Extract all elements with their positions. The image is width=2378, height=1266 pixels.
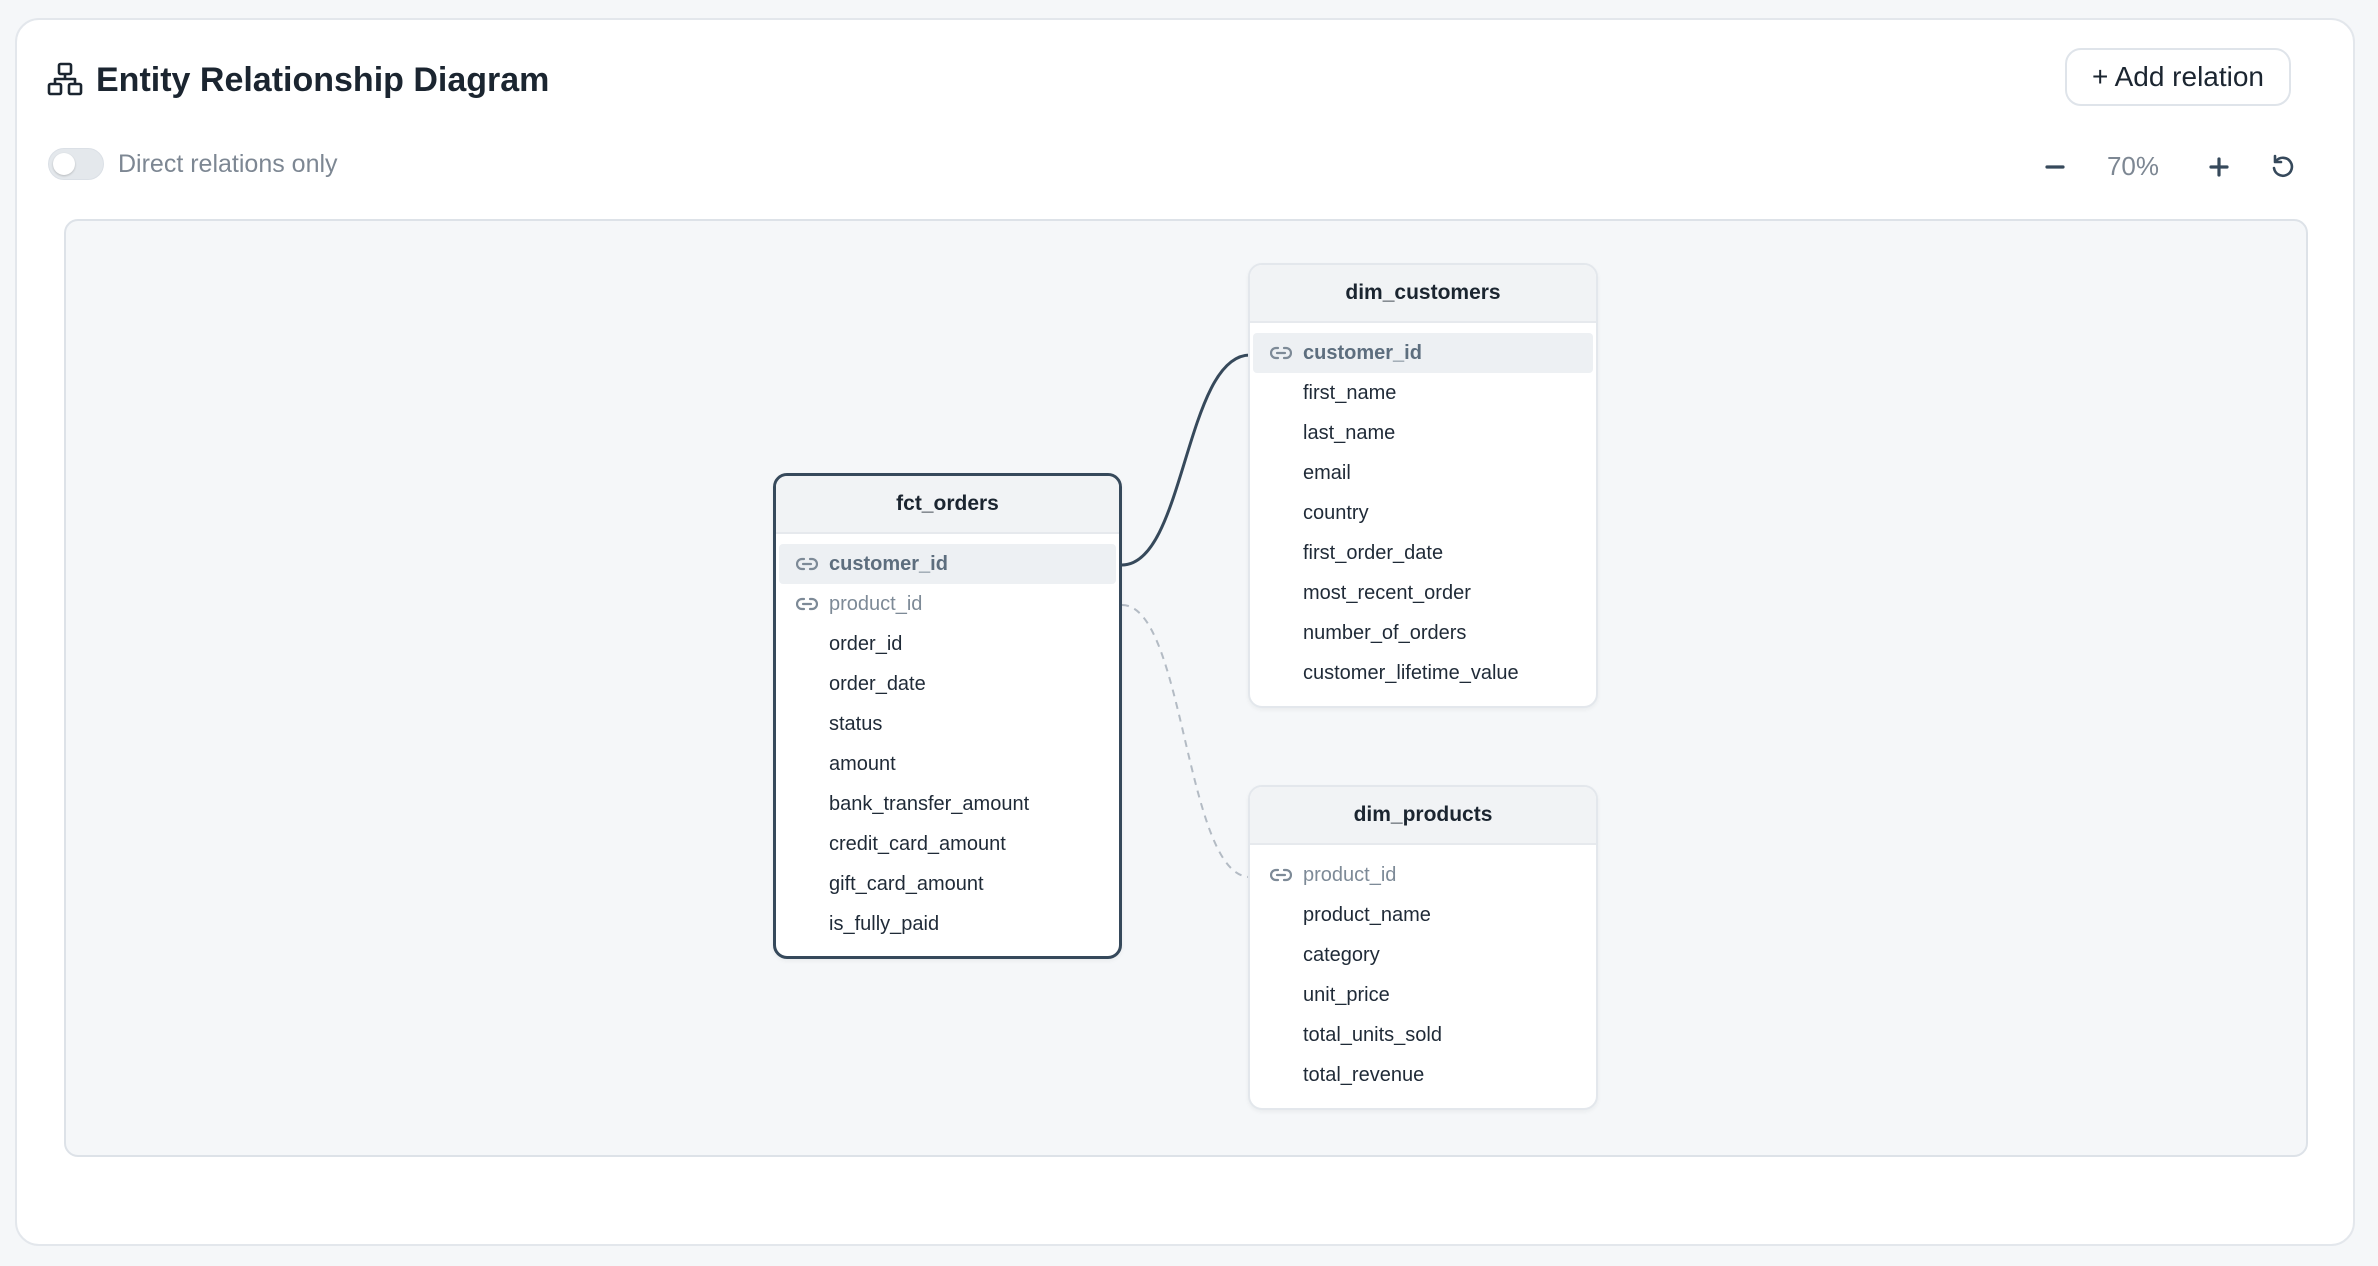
plus-icon — [2209, 157, 2229, 177]
column-name: total_units_sold — [1303, 1023, 1442, 1046]
column-name: bank_transfer_amount — [829, 792, 1030, 815]
column-row[interactable]: total_revenue — [1253, 1055, 1593, 1095]
table-title: dim_customers — [1250, 265, 1596, 323]
column-name: order_id — [829, 632, 903, 655]
column-name: status — [829, 712, 883, 735]
reset-view-button[interactable] — [2262, 146, 2302, 186]
column-row[interactable]: last_name — [1253, 413, 1593, 453]
column-name: product_id — [1303, 863, 1397, 886]
column-row[interactable]: first_name — [1253, 373, 1593, 413]
table-card-dim-customers[interactable]: dim_customers customer_id first_name las… — [1248, 263, 1598, 708]
link-icon — [1270, 346, 1292, 360]
toggle-knob — [53, 153, 75, 175]
link-icon — [1270, 868, 1292, 882]
zoom-level: 70% — [2106, 151, 2160, 181]
column-row[interactable]: credit_card_amount — [779, 824, 1116, 864]
column-name: amount — [829, 752, 896, 775]
column-name: customer_id — [1303, 341, 1422, 364]
direct-relations-toggle[interactable] — [48, 148, 104, 180]
column-name: most_recent_order — [1303, 581, 1471, 604]
add-relation-button[interactable]: + Add relation — [2065, 48, 2291, 106]
column-row[interactable]: gift_card_amount — [779, 864, 1116, 904]
column-name: category — [1303, 943, 1380, 966]
column-row[interactable]: email — [1253, 453, 1593, 493]
column-name: first_name — [1303, 381, 1397, 404]
column-row[interactable]: number_of_orders — [1253, 613, 1593, 653]
column-row[interactable]: bank_transfer_amount — [779, 784, 1116, 824]
zoom-in-button[interactable] — [2199, 146, 2239, 186]
column-row[interactable]: total_units_sold — [1253, 1015, 1593, 1055]
column-row[interactable]: customer_lifetime_value — [1253, 653, 1593, 693]
column-customer-id[interactable]: customer_id — [779, 544, 1116, 584]
column-row[interactable]: country — [1253, 493, 1593, 533]
table-title: dim_products — [1250, 787, 1596, 845]
hierarchy-icon — [47, 62, 83, 96]
direct-relations-label: Direct relations only — [118, 150, 338, 178]
column-name: credit_card_amount — [829, 832, 1006, 855]
column-row[interactable]: is_fully_paid — [779, 904, 1116, 944]
column-row[interactable]: amount — [779, 744, 1116, 784]
column-name: order_date — [829, 672, 926, 695]
column-row[interactable]: category — [1253, 935, 1593, 975]
column-list: customer_id product_id order_id order_da… — [776, 534, 1119, 944]
column-name: number_of_orders — [1303, 621, 1467, 644]
column-name: total_revenue — [1303, 1063, 1425, 1086]
column-row[interactable]: unit_price — [1253, 975, 1593, 1015]
column-name: unit_price — [1303, 983, 1390, 1006]
column-product-id[interactable]: product_id — [1253, 855, 1593, 895]
diagram-canvas[interactable] — [64, 219, 2308, 1157]
column-product-id[interactable]: product_id — [779, 584, 1116, 624]
column-name: customer_lifetime_value — [1303, 661, 1519, 684]
minus-icon — [2045, 165, 2065, 169]
column-name: product_name — [1303, 903, 1431, 926]
column-customer-id[interactable]: customer_id — [1253, 333, 1593, 373]
page-title: Entity Relationship Diagram — [96, 61, 550, 99]
column-name: email — [1303, 461, 1351, 484]
column-row[interactable]: status — [779, 704, 1116, 744]
link-icon — [796, 557, 818, 571]
column-row[interactable]: order_id — [779, 624, 1116, 664]
column-name: customer_id — [829, 552, 948, 575]
column-row[interactable]: first_order_date — [1253, 533, 1593, 573]
link-icon — [796, 597, 818, 611]
column-name: last_name — [1303, 421, 1396, 444]
column-name: is_fully_paid — [829, 912, 940, 935]
column-row[interactable]: most_recent_order — [1253, 573, 1593, 613]
column-row[interactable]: product_name — [1253, 895, 1593, 935]
zoom-out-button[interactable] — [2035, 146, 2075, 186]
column-name: country — [1303, 501, 1369, 524]
table-card-dim-products[interactable]: dim_products product_id product_name cat… — [1248, 785, 1598, 1110]
reset-icon — [2272, 154, 2294, 178]
table-title: fct_orders — [776, 476, 1119, 534]
column-row[interactable]: order_date — [779, 664, 1116, 704]
table-card-fct-orders[interactable]: fct_orders customer_id product_id order_… — [773, 473, 1122, 959]
column-list: customer_id first_name last_name email c… — [1250, 323, 1596, 693]
column-name: gift_card_amount — [829, 872, 984, 895]
column-name: product_id — [829, 592, 923, 615]
column-list: product_id product_name category unit_pr… — [1250, 845, 1596, 1095]
column-name: first_order_date — [1303, 541, 1444, 564]
